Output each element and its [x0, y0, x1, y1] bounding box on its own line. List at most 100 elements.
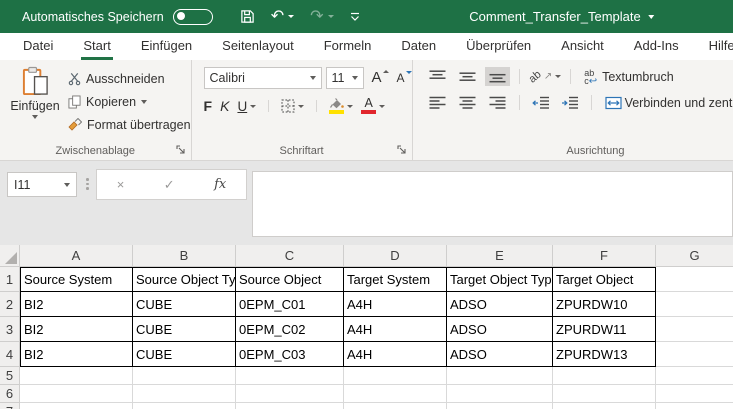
cell-d5[interactable] — [344, 367, 447, 385]
borders-dropdown-icon[interactable] — [298, 105, 304, 108]
column-header-g[interactable]: G — [656, 245, 733, 267]
copy-button[interactable]: Kopieren — [68, 90, 191, 113]
cell-e1[interactable]: Target Object Type — [447, 267, 553, 292]
cell-c1[interactable]: Source Object — [236, 267, 344, 292]
cell-b2[interactable]: CUBE — [133, 292, 236, 317]
row-header-6[interactable]: 6 — [0, 385, 20, 403]
cell-e2[interactable]: ADSO — [447, 292, 553, 317]
borders-button[interactable] — [281, 99, 304, 113]
format-painter-button[interactable]: Format übertragen — [68, 113, 191, 136]
cell-b5[interactable] — [133, 367, 236, 385]
cell-b1[interactable]: Source Object Type — [133, 267, 236, 292]
cell-a6[interactable] — [20, 385, 133, 403]
cell-e4[interactable]: ADSO — [447, 342, 553, 367]
font-dialog-launcher[interactable] — [397, 145, 407, 155]
italic-button[interactable]: K — [220, 98, 229, 114]
cell-g2[interactable] — [656, 292, 733, 317]
align-center-button[interactable] — [455, 93, 480, 112]
increase-indent-button[interactable] — [558, 94, 582, 112]
tab-start[interactable]: Start — [81, 33, 112, 60]
cell-a2[interactable]: BI2 — [20, 292, 133, 317]
fill-color-dropdown-icon[interactable] — [347, 105, 353, 108]
row-header-7[interactable]: 7 — [0, 403, 20, 409]
tab-datei[interactable]: Datei — [21, 33, 55, 60]
align-top-button[interactable] — [425, 67, 450, 86]
grow-font-button[interactable]: A — [372, 70, 389, 86]
row-header-3[interactable]: 3 — [0, 317, 20, 342]
cell-f1[interactable]: Target Object — [553, 267, 656, 292]
save-button[interactable] — [240, 9, 255, 24]
cell-e7[interactable] — [447, 403, 553, 409]
undo-button[interactable]: ↶ — [271, 9, 294, 25]
copy-dropdown-icon[interactable] — [141, 100, 147, 104]
fill-color-button[interactable] — [329, 98, 353, 114]
row-header-5[interactable]: 5 — [0, 367, 20, 385]
font-size-combobox[interactable]: 11 — [326, 67, 364, 89]
cell-g5[interactable] — [656, 367, 733, 385]
tab-einfuegen[interactable]: Einfügen — [139, 33, 194, 60]
cell-g6[interactable] — [656, 385, 733, 403]
cell-e5[interactable] — [447, 367, 553, 385]
font-color-dropdown-icon[interactable] — [379, 105, 385, 108]
wrap-text-button[interactable]: ab c↩ Textumbruch — [584, 69, 673, 85]
column-header-e[interactable]: E — [447, 245, 553, 267]
cell-g4[interactable] — [656, 342, 733, 367]
column-header-f[interactable]: F — [553, 245, 656, 267]
font-color-button[interactable]: A — [361, 98, 385, 114]
cell-g7[interactable] — [656, 403, 733, 409]
align-left-button[interactable] — [425, 93, 450, 112]
decrease-indent-button[interactable] — [529, 94, 553, 112]
cell-c6[interactable] — [236, 385, 344, 403]
cell-a7[interactable] — [20, 403, 133, 409]
cell-a5[interactable] — [20, 367, 133, 385]
cell-a1[interactable]: Source System — [20, 267, 133, 292]
tab-seitenlayout[interactable]: Seitenlayout — [220, 33, 296, 60]
row-header-4[interactable]: 4 — [0, 342, 20, 367]
cell-b6[interactable] — [133, 385, 236, 403]
orientation-button[interactable]: ab↗ — [529, 71, 562, 83]
align-bottom-button[interactable] — [485, 67, 510, 86]
tab-ueberpruefen[interactable]: Überprüfen — [464, 33, 533, 60]
cell-f2[interactable]: ZPURDW10 — [553, 292, 656, 317]
cell-b3[interactable]: CUBE — [133, 317, 236, 342]
row-header-2[interactable]: 2 — [0, 292, 20, 317]
merge-center-button[interactable]: Verbinden und zentrieren — [605, 96, 733, 110]
clipboard-dialog-launcher[interactable] — [176, 145, 186, 155]
column-header-a[interactable]: A — [20, 245, 133, 267]
cell-b4[interactable]: CUBE — [133, 342, 236, 367]
name-box[interactable]: I11 — [7, 172, 77, 197]
underline-dropdown-icon[interactable] — [250, 105, 256, 108]
formula-bar-drag-handle[interactable] — [86, 178, 89, 190]
redo-button[interactable]: ↷ — [310, 9, 333, 25]
document-title[interactable]: Comment_Transfer_Template — [469, 0, 654, 33]
cell-d1[interactable]: Target System — [344, 267, 447, 292]
align-middle-button[interactable] — [455, 67, 480, 86]
customize-quick-access-button[interactable] — [350, 12, 360, 21]
cell-f7[interactable] — [553, 403, 656, 409]
underline-button[interactable]: U — [237, 99, 256, 114]
cell-c3[interactable]: 0EPM_C02 — [236, 317, 344, 342]
row-header-1[interactable]: 1 — [0, 267, 20, 292]
formula-input[interactable] — [252, 171, 733, 237]
align-right-button[interactable] — [485, 93, 510, 112]
cell-a3[interactable]: BI2 — [20, 317, 133, 342]
cell-e3[interactable]: ADSO — [447, 317, 553, 342]
cell-c7[interactable] — [236, 403, 344, 409]
cut-button[interactable]: Ausschneiden — [68, 67, 191, 90]
cell-f5[interactable] — [553, 367, 656, 385]
tab-daten[interactable]: Daten — [399, 33, 438, 60]
tab-formeln[interactable]: Formeln — [322, 33, 374, 60]
cell-f6[interactable] — [553, 385, 656, 403]
enter-button[interactable]: ✓ — [164, 177, 175, 193]
cell-c4[interactable]: 0EPM_C03 — [236, 342, 344, 367]
column-header-d[interactable]: D — [344, 245, 447, 267]
cell-e6[interactable] — [447, 385, 553, 403]
cell-c5[interactable] — [236, 367, 344, 385]
tab-add-ins[interactable]: Add-Ins — [632, 33, 681, 60]
name-box-dropdown-icon[interactable] — [64, 183, 70, 187]
cancel-button[interactable]: × — [117, 177, 125, 192]
insert-function-button[interactable]: fx — [214, 177, 226, 192]
cell-d4[interactable]: A4H — [344, 342, 447, 367]
cell-d2[interactable]: A4H — [344, 292, 447, 317]
undo-dropdown-icon[interactable] — [288, 15, 294, 18]
